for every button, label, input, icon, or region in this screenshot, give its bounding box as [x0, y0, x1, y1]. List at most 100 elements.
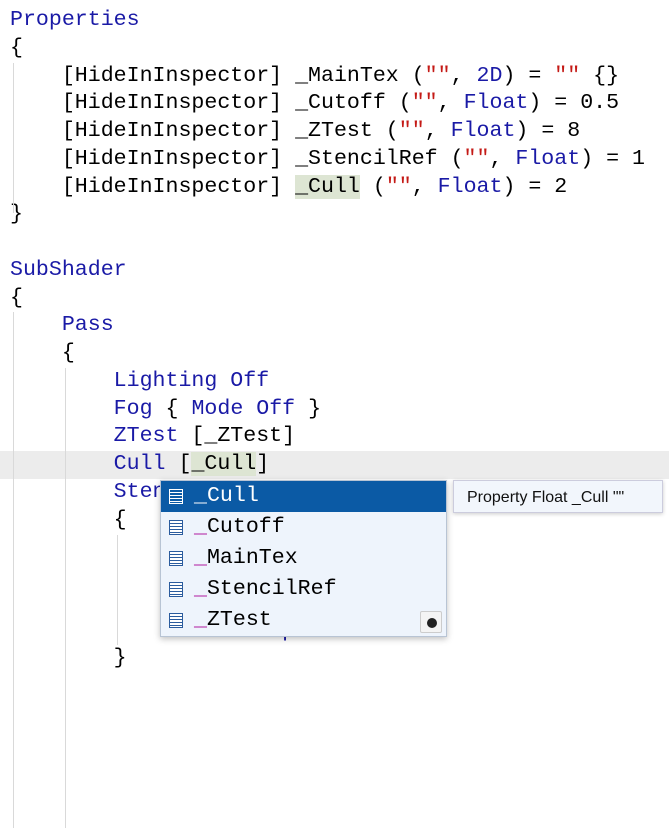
code-token: [ [165, 452, 192, 476]
indent-guide [13, 63, 14, 213]
code-token: [HideInInspector] _ZTest ( [10, 119, 399, 143]
code-line[interactable]: [HideInInspector] _Cull ("", Float) = 2 [0, 174, 669, 202]
code-token: Float [515, 146, 581, 171]
code-token: { [10, 341, 75, 365]
code-token: [HideInInspector] _StencilRef ( [10, 146, 464, 171]
code-token: "" [463, 146, 490, 171]
completion-prefix: _ [194, 484, 207, 508]
code-token: , [489, 146, 516, 171]
code-token: ( [359, 174, 386, 199]
code-token: _Cull [295, 174, 360, 199]
code-token: , [424, 119, 451, 143]
code-line[interactable]: Fog { Mode Off } [0, 396, 669, 424]
code-line[interactable]: { [0, 285, 669, 313]
code-token: { [10, 35, 23, 60]
code-token: } [10, 646, 127, 671]
code-token: [HideInInspector] _Cutoff ( [10, 91, 412, 116]
code-token: { [10, 285, 23, 310]
code-token: "" [554, 63, 581, 88]
code-token: Fog [113, 396, 153, 421]
code-line[interactable]: Properties [0, 7, 669, 35]
property-field-icon [169, 520, 183, 535]
code-token: Mode Off [191, 396, 296, 421]
completion-prefix: _ [194, 515, 207, 539]
completion-label: Cull [206, 484, 259, 508]
code-token: "" [398, 119, 425, 143]
completion-label: Cutoff [206, 515, 285, 539]
code-token: } [10, 202, 23, 227]
completion-label: StencilRef [206, 577, 337, 601]
property-field-icon [169, 613, 183, 628]
completion-item[interactable]: _MainTex [161, 543, 446, 574]
code-token: Cull [113, 452, 166, 476]
autocomplete-popup: _Cull _Cutoff _MainTex _StencilRef _ZTest [160, 480, 447, 637]
code-token: ZTest [113, 424, 179, 449]
property-field-icon [169, 551, 183, 566]
indent-guide [117, 535, 118, 645]
code-token: SubShader [10, 257, 127, 282]
indent-guide [65, 368, 66, 828]
code-token: Pass [61, 313, 114, 338]
code-token: Lighting Off [113, 368, 270, 393]
completion-label: ZTest [206, 608, 272, 632]
completion-prefix: _ [194, 577, 207, 601]
code-token: "" [411, 91, 438, 116]
code-line[interactable]: ZTest [_ZTest] [0, 423, 669, 451]
code-token: { [152, 396, 192, 421]
code-line[interactable]: { [0, 340, 669, 368]
code-line[interactable]: [HideInInspector] _ZTest ("", Float) = 8 [0, 118, 669, 146]
completion-item[interactable]: _Cull [161, 481, 446, 512]
completion-label: MainTex [206, 546, 298, 570]
code-token: "" [424, 63, 451, 88]
property-field-icon [169, 489, 183, 504]
code-token: , [450, 63, 477, 88]
indent-guide [13, 312, 14, 828]
code-token: } [295, 396, 322, 421]
code-line[interactable]: { [0, 35, 669, 63]
code-token: Properties [10, 8, 140, 32]
code-token: ) = 1 [580, 146, 645, 171]
code-token: ) = [502, 63, 555, 88]
code-token: _Cull [191, 452, 257, 476]
completion-prefix: _ [194, 546, 207, 570]
code-token: Float [437, 174, 503, 199]
completion-item[interactable]: _ZTest [161, 605, 446, 636]
code-token: { [10, 507, 127, 532]
code-token: [HideInInspector] [10, 174, 296, 199]
code-line[interactable]: [HideInInspector] _MainTex ("", 2D) = ""… [0, 63, 669, 91]
code-token: [HideInInspector] _MainTex ( [10, 63, 425, 88]
code-token: [_ZTest] [178, 424, 296, 449]
code-line[interactable]: Lighting Off [0, 368, 669, 396]
code-line[interactable]: SubShader [0, 257, 669, 285]
completion-item[interactable]: _Cutoff [161, 512, 446, 543]
code-token: , [411, 174, 438, 199]
property-field-icon [169, 582, 183, 597]
code-line[interactable]: } [0, 645, 669, 673]
code-token: ) = 0.5 [528, 91, 620, 116]
code-token: 2D [476, 63, 503, 88]
code-line[interactable]: Cull [_Cull] [0, 451, 669, 479]
completion-tooltip: Property Float _Cull "" [453, 480, 663, 513]
completion-item[interactable]: _StencilRef [161, 574, 446, 605]
code-token: {} [580, 63, 620, 88]
code-token: Float [450, 119, 516, 143]
code-token: ) = 2 [502, 174, 568, 199]
code-line[interactable]: [HideInInspector] _StencilRef ("", Float… [0, 146, 669, 174]
code-line[interactable]: } [0, 201, 669, 229]
code-line[interactable] [0, 229, 669, 257]
code-token: ] [256, 452, 270, 476]
code-token: , [437, 91, 464, 116]
code-line[interactable]: [HideInInspector] _Cutoff ("", Float) = … [0, 90, 669, 118]
code-token: Float [463, 91, 529, 116]
code-token: ) = 8 [515, 119, 581, 143]
completion-prefix: _ [194, 608, 207, 632]
code-line[interactable]: Pass [0, 312, 669, 340]
code-token: "" [385, 174, 412, 199]
filter-toggle-icon[interactable] [420, 611, 442, 633]
